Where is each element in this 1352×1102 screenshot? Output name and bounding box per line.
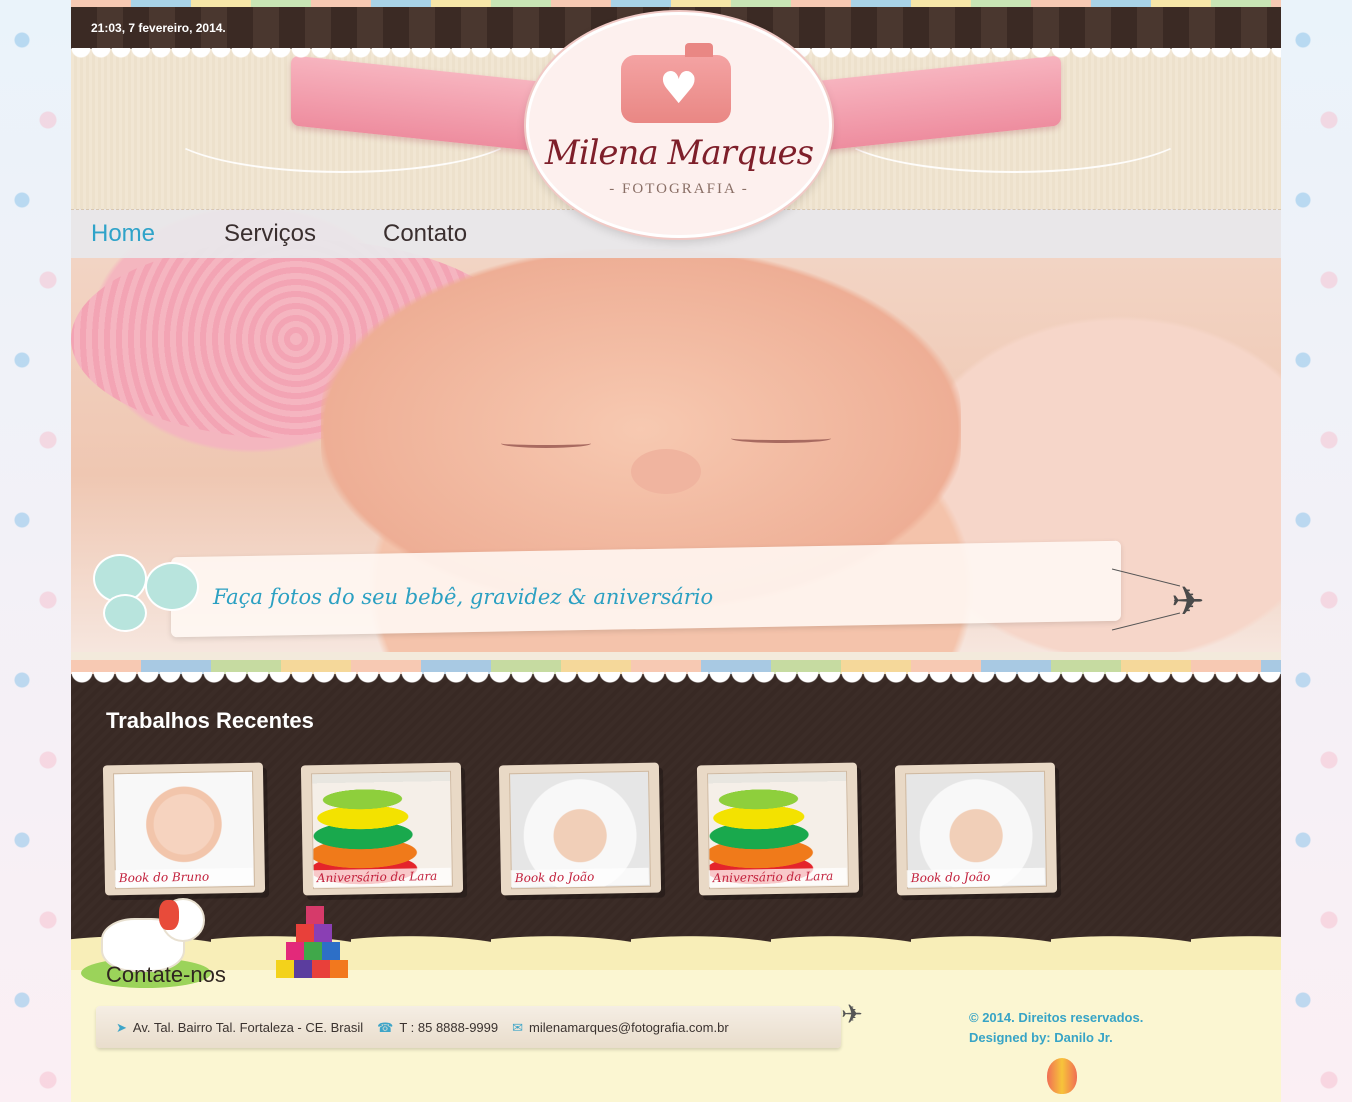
hero-photo-nose	[631, 449, 701, 494]
nav-contato[interactable]: Contato	[383, 220, 467, 248]
site-logo[interactable]: ♥ Milena Marques - FOTOGRAFIA -	[526, 12, 832, 238]
current-datetime: 21:03, 7 fevereiro, 2014.	[91, 21, 226, 35]
logo-name: Milena Marques	[544, 133, 814, 173]
butterfly-icon	[93, 554, 203, 639]
contact-email[interactable]: milenamarques@fotografia.com.br	[529, 1020, 729, 1035]
hero-photo-eye-right	[731, 434, 831, 443]
footer-copyright: © 2014. Direitos reservados.	[969, 1010, 1144, 1025]
logo-subtitle: - FOTOGRAFIA -	[609, 181, 749, 197]
contact-address: Av. Tal. Bairro Tal. Fortaleza - CE. Bra…	[132, 1020, 364, 1035]
hot-air-balloon-icon	[1047, 1058, 1077, 1094]
airplane-icon: ✈	[1171, 579, 1205, 625]
hero-photo-eye-left	[501, 439, 591, 448]
phone-icon: ☎	[377, 1020, 394, 1035]
toy-blocks-icon	[256, 905, 356, 985]
nav-home[interactable]: Home	[91, 220, 155, 248]
background-pattern-left	[0, 0, 71, 1102]
envelope-icon: ✉	[512, 1020, 524, 1035]
work-card[interactable]: Aniversário da Lara	[300, 762, 464, 896]
work-card[interactable]: Book do João	[894, 762, 1058, 896]
contact-info-row: ➤ Av. Tal. Bairro Tal. Fortaleza - CE. Br…	[116, 1020, 729, 1036]
scallop-border-works	[71, 672, 1281, 688]
footer-designer: Designed by: Danilo Jr.	[969, 1030, 1113, 1045]
contact-title: Contate-nos	[106, 962, 226, 987]
work-caption: Aniversário da Lara	[708, 867, 847, 888]
nav-servicos[interactable]: Serviços	[224, 220, 316, 248]
hero-banner: Faça fotos do seu bebê, gravidez & anive…	[71, 209, 1281, 652]
work-card[interactable]: Book do João	[498, 762, 662, 896]
contact-phone[interactable]: T : 85 8888-9999	[399, 1020, 498, 1035]
page-container: 21:03, 7 fevereiro, 2014. ♥ Milena Marqu…	[71, 0, 1281, 1102]
recent-works-section: Trabalhos Recentes Book do Bruno Anivers…	[71, 674, 1281, 944]
butterfly-wing	[145, 562, 199, 611]
banner-rope	[1111, 612, 1181, 631]
sand-border	[71, 930, 1281, 970]
top-color-strip	[71, 0, 1281, 7]
butterfly-wing	[103, 594, 147, 632]
work-caption: Book do Bruno	[114, 867, 253, 888]
work-caption: Book do João	[510, 867, 649, 888]
background-pattern-right	[1281, 0, 1352, 1102]
location-arrow-icon: ➤	[116, 1020, 127, 1035]
banner-rope	[1111, 568, 1181, 587]
airplane-small-icon: ✈	[841, 1000, 863, 1030]
footer-credits: © 2014. Direitos reservados. Designed by…	[969, 1008, 1143, 1048]
work-caption: Aniversário da Lara	[312, 867, 451, 888]
hero-tagline: Faça fotos do seu bebê, gravidez & anive…	[213, 585, 714, 609]
work-card[interactable]: Aniversário da Lara	[696, 762, 860, 896]
heart-icon: ♥	[659, 63, 699, 114]
work-caption: Book do João	[906, 867, 1045, 888]
work-card[interactable]: Book do Bruno	[102, 762, 266, 896]
recent-works-title: Trabalhos Recentes	[106, 708, 314, 733]
camera-heart-icon: ♥	[621, 43, 731, 123]
